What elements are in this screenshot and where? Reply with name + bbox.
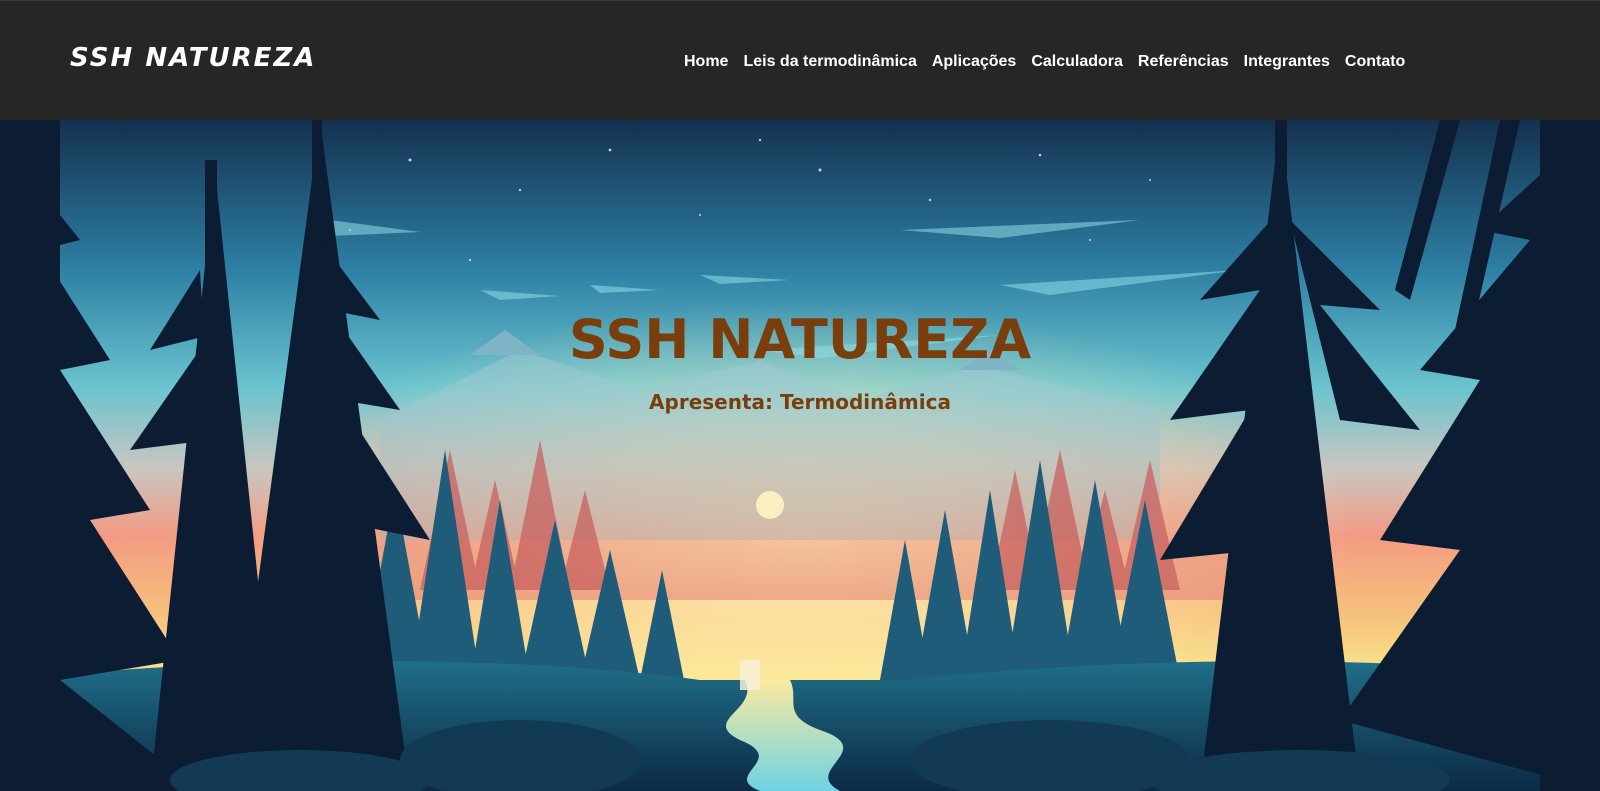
site-logo[interactable]: SSH NATUREZA	[70, 43, 316, 73]
site-header: SSH NATUREZA Home Leis da termodinâmica …	[0, 0, 1600, 120]
nav-link-referencias[interactable]: Referências	[1138, 53, 1229, 70]
nav-link-contato[interactable]: Contato	[1345, 53, 1405, 70]
nav-link-integrantes[interactable]: Integrantes	[1244, 53, 1330, 70]
nav-item-calculadora: Calculadora	[1031, 51, 1123, 73]
nav-item-leis: Leis da termodinâmica	[743, 51, 916, 73]
nav-item-home: Home	[684, 51, 728, 73]
nav-link-leis-termodinamica[interactable]: Leis da termodinâmica	[743, 53, 916, 70]
hero-subtitle: Apresenta: Termodinâmica	[649, 390, 951, 414]
nav-item-contato: Contato	[1345, 51, 1405, 73]
nav-list: Home Leis da termodinâmica Aplicações Ca…	[684, 51, 1405, 73]
nav-link-calculadora[interactable]: Calculadora	[1031, 53, 1123, 70]
hero-title: SSH NATUREZA	[568, 308, 1032, 371]
nav-item-integrantes: Integrantes	[1244, 51, 1330, 73]
nav-link-aplicacoes[interactable]: Aplicações	[932, 53, 1016, 70]
hero-background-image	[0, 120, 1600, 791]
nav-item-referencias: Referências	[1138, 51, 1229, 73]
hero-section: SSH NATUREZA Apresenta: Termodinâmica	[0, 120, 1600, 791]
nav-link-home[interactable]: Home	[684, 53, 728, 70]
nav-item-aplicacoes: Aplicações	[932, 51, 1016, 73]
